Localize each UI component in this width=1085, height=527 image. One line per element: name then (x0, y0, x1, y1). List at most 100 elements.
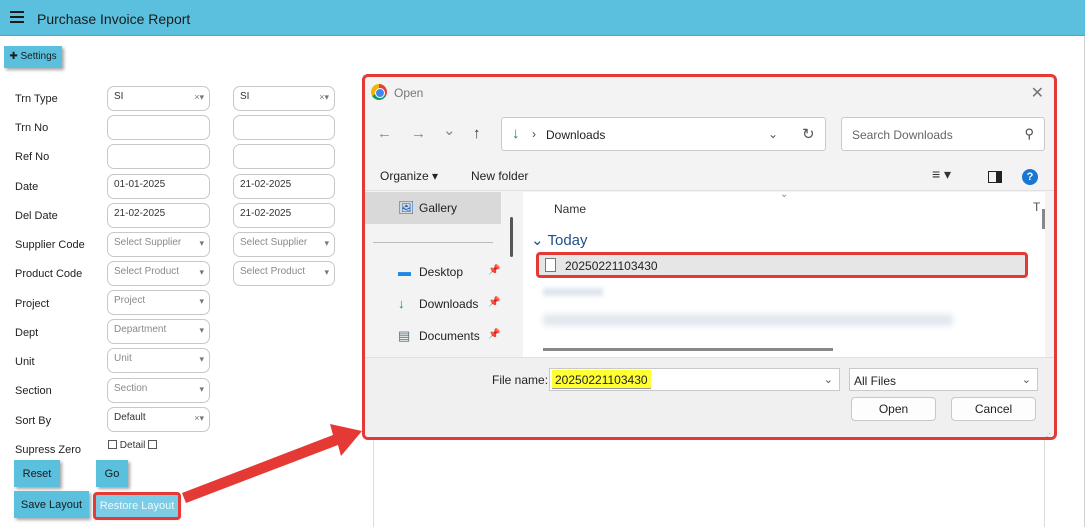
group-caret-icon: ⌄ (531, 232, 544, 249)
project-placeholder: Project (114, 295, 146, 306)
file-row[interactable]: 20250221103430 (536, 252, 1028, 278)
vertical-scrollbar[interactable] (1042, 209, 1045, 229)
date-label: Date (15, 181, 39, 193)
trn-type-from-value: SI (114, 91, 124, 102)
cancel-button[interactable]: Cancel (951, 397, 1036, 421)
breadcrumb-downloads[interactable]: Downloads (546, 128, 605, 142)
back-arrow-icon[interactable]: ← (377, 125, 392, 142)
caret-icon: ▾ (324, 238, 329, 248)
ref-no-from-input[interactable] (107, 144, 210, 169)
trn-no-to-input[interactable] (233, 115, 335, 140)
sidebar-item-label: Desktop (419, 265, 464, 279)
view-options-icon[interactable]: ≡ ▾ (932, 166, 951, 183)
detail-checkbox[interactable] (148, 440, 158, 449)
gallery-icon: 🖼 (398, 200, 415, 215)
save-layout-button[interactable]: Save Layout (14, 491, 89, 518)
del-date-from-input[interactable]: 21-02-2025 (107, 203, 210, 228)
clear-caret-icon[interactable]: ×▾ (194, 413, 204, 424)
file-name-value: 20250221103430 (552, 370, 651, 389)
column-header-name[interactable]: Name (554, 202, 586, 216)
sidebar-item-documents[interactable]: ▤ Documents 📌 (365, 320, 501, 352)
date-to-value: 21-02-2025 (240, 179, 292, 190)
address-bar[interactable]: ↓ › Downloads ⌄ ↻ (501, 117, 826, 151)
department-select[interactable]: Department ▾ (107, 319, 210, 344)
organize-menu[interactable]: Organize ▾ (380, 169, 438, 183)
product-from-placeholder: Select Product (114, 266, 180, 277)
resize-grip-icon[interactable]: ⋰ (1043, 432, 1051, 437)
product-code-label: Product Code (15, 268, 83, 280)
close-icon[interactable]: ✕ (1031, 83, 1044, 103)
caret-icon: ▾ (199, 354, 204, 364)
up-arrow-icon[interactable]: ↑ (473, 125, 481, 142)
del-date-to-input[interactable]: 21-02-2025 (233, 203, 335, 228)
date-from-value: 01-01-2025 (114, 179, 166, 190)
forward-arrow-icon[interactable]: → (411, 125, 426, 142)
sort-by-label: Sort By (15, 415, 52, 427)
del-date-to-value: 21-02-2025 (240, 208, 292, 219)
file-name-input[interactable]: 20250221103430 ⌄ (549, 368, 840, 391)
product-to-select[interactable]: Select Product ▾ (233, 261, 335, 286)
caret-icon: ▾ (199, 384, 204, 394)
sort-by-select[interactable]: Default ×▾ (107, 407, 210, 432)
sidebar-item-desktop[interactable]: ▬ Desktop 📌 (365, 256, 501, 288)
file-list: ⌄ Name T ⌄ Today 20250221103430 (523, 192, 1045, 357)
pin-icon[interactable]: 📌 (488, 297, 500, 308)
project-select[interactable]: Project ▾ (107, 290, 210, 315)
recent-locations-icon[interactable]: ⌄ (443, 121, 456, 139)
breadcrumb-separator-icon: › (532, 127, 536, 141)
blurred-file-row (543, 314, 953, 326)
reset-button[interactable]: Reset (14, 460, 60, 487)
date-to-input[interactable]: 21-02-2025 (233, 174, 335, 199)
supress-zero-checkbox[interactable] (108, 440, 117, 449)
sidebar-item-gallery[interactable]: 🖼 Gallery (365, 192, 501, 224)
group-header-today[interactable]: ⌄ Today (531, 231, 588, 249)
ref-no-to-input[interactable] (233, 144, 335, 169)
settings-button[interactable]: ✚ Settings (4, 46, 62, 68)
section-label: Section (15, 385, 52, 397)
trn-type-to-select[interactable]: SI ×▾ (233, 86, 335, 111)
file-name: 20250221103430 (565, 259, 658, 273)
documents-icon: ▤ (398, 328, 411, 343)
sidebar-item-downloads[interactable]: ↓ Downloads 📌 (365, 288, 501, 320)
download-icon: ↓ (512, 125, 520, 142)
trn-type-from-select[interactable]: SI ×▾ (107, 86, 210, 111)
chevron-down-icon[interactable]: ⌄ (768, 127, 778, 141)
sidebar-item-label: Gallery (419, 201, 458, 215)
preview-pane-icon[interactable] (988, 171, 1002, 183)
date-from-input[interactable]: 01-01-2025 (107, 174, 210, 199)
sidebar-scrollbar[interactable] (510, 217, 513, 257)
unit-select[interactable]: Unit ▾ (107, 348, 210, 373)
chrome-icon (371, 84, 387, 100)
chevron-down-icon[interactable]: ⌄ (824, 373, 833, 386)
hamburger-menu-icon[interactable] (10, 11, 24, 23)
search-downloads-input[interactable]: Search Downloads ⚲ (841, 117, 1045, 151)
pin-icon[interactable]: 📌 (488, 329, 500, 340)
open-button[interactable]: Open (851, 397, 936, 421)
file-name-label: File name: (492, 373, 549, 387)
search-placeholder: Search Downloads (852, 128, 953, 142)
new-folder-button[interactable]: New folder (471, 169, 528, 183)
pin-icon[interactable]: 📌 (488, 265, 500, 276)
column-header-type[interactable]: T (1033, 200, 1040, 214)
trn-no-from-input[interactable] (107, 115, 210, 140)
trn-type-label: Trn Type (15, 93, 58, 105)
supplier-to-select[interactable]: Select Supplier ▾ (233, 232, 335, 257)
help-icon[interactable]: ? (1022, 169, 1038, 185)
caret-icon: ▾ (199, 238, 204, 248)
navigation-pane: 🖼 Gallery ▬ Desktop 📌 ↓ Downloads 📌 ▤ Do… (365, 192, 515, 357)
clear-caret-icon[interactable]: ×▾ (194, 92, 204, 103)
page-title: Purchase Invoice Report (37, 11, 191, 27)
product-from-select[interactable]: Select Product ▾ (107, 261, 210, 286)
section-select[interactable]: Section ▾ (107, 378, 210, 403)
download-icon: ↓ (398, 296, 405, 311)
go-button[interactable]: Go (96, 460, 128, 487)
top-bar: Purchase Invoice Report (0, 0, 1085, 36)
del-date-label: Del Date (15, 210, 58, 222)
refresh-icon[interactable]: ↻ (802, 125, 815, 143)
supplier-from-select[interactable]: Select Supplier ▾ (107, 232, 210, 257)
supplier-code-label: Supplier Code (15, 239, 85, 251)
clear-caret-icon[interactable]: ×▾ (319, 92, 329, 103)
file-type-select[interactable]: All Files ⌄ (849, 368, 1038, 391)
horizontal-scrollbar[interactable] (543, 348, 833, 351)
supress-zero-label: Supress Zero (15, 444, 82, 456)
